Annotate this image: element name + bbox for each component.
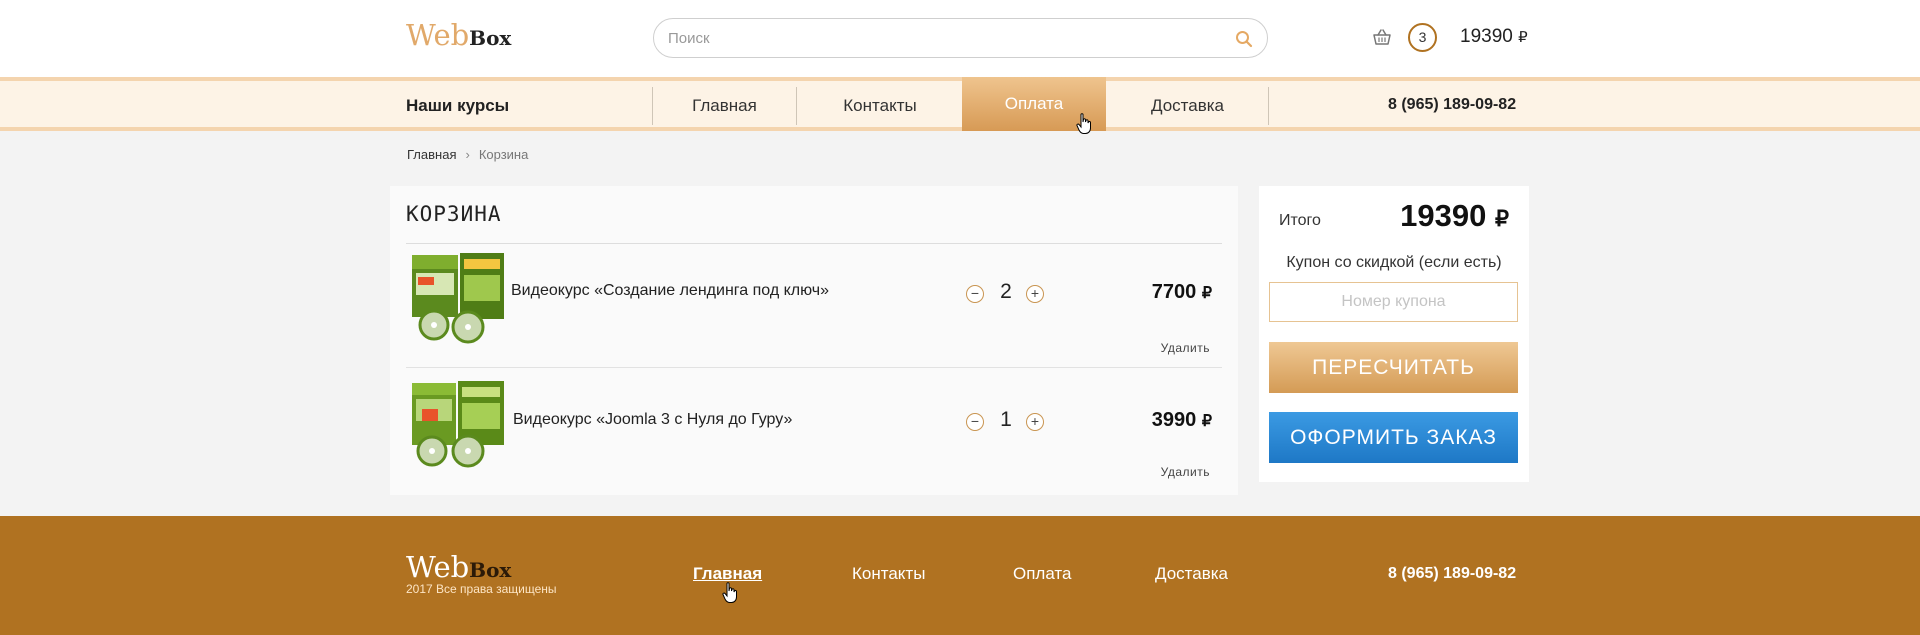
cart-panel: КОРЗИНА Видеокурс «Создание лендинга под…: [390, 186, 1238, 495]
breadcrumb-separator: ›: [465, 147, 470, 162]
nav-phone[interactable]: 8 (965) 189-09-82: [1388, 96, 1516, 114]
cart-item: Видеокурс «Joomla 3 с Нуля до Гуру» − 1 …: [406, 369, 1222, 493]
cart-total-value: 19390: [1460, 26, 1513, 47]
cart-count-badge[interactable]: 3: [1408, 23, 1437, 52]
site-footer: WebBox 2017 Все права защищены Главная К…: [0, 516, 1920, 635]
product-image[interactable]: [410, 379, 508, 475]
product-name[interactable]: Видеокурс «Создание лендинга под ключ»: [511, 282, 829, 300]
qty-plus-button[interactable]: +: [1026, 285, 1044, 303]
search-input[interactable]: [668, 28, 1208, 48]
total-amount: 19390 ₽: [1400, 198, 1509, 234]
logo-box-text: Box: [469, 26, 512, 50]
coupon-input[interactable]: [1269, 282, 1518, 322]
logo-web-text: Web: [406, 18, 470, 52]
main-nav: Наши курсы Главная Контакты Оплата Доста…: [0, 77, 1920, 131]
footer-nav-home[interactable]: Главная: [693, 564, 762, 584]
search-box: [653, 18, 1268, 58]
quantity-stepper: − 1 +: [966, 408, 1046, 436]
breadcrumb-current: Корзина: [478, 147, 529, 162]
nav-item-home[interactable]: Главная: [653, 87, 796, 125]
nav-divider: [1268, 87, 1269, 125]
search-icon[interactable]: [1235, 30, 1253, 48]
logo-box-text: Box: [469, 558, 512, 582]
basket-icon[interactable]: [1372, 27, 1392, 47]
qty-value: 2: [1000, 280, 1012, 303]
order-summary: Итого 19390 ₽ Купон со скидкой (если ест…: [1259, 186, 1529, 482]
item-price-value: 7700: [1151, 281, 1197, 303]
item-price: 3990 ₽: [1152, 409, 1212, 432]
qty-minus-button[interactable]: −: [966, 285, 984, 303]
currency-symbol: ₽: [1495, 206, 1509, 231]
hand-cursor-icon: [722, 582, 737, 603]
total-amount-value: 19390: [1400, 198, 1487, 233]
qty-value: 1: [1000, 408, 1012, 431]
remove-item-link[interactable]: Удалить: [1161, 465, 1210, 479]
recalculate-button[interactable]: ПЕРЕСЧИТАТЬ: [1269, 342, 1518, 393]
qty-minus-button[interactable]: −: [966, 413, 984, 431]
footer-nav-delivery[interactable]: Доставка: [1155, 564, 1228, 584]
currency-symbol: ₽: [1201, 285, 1212, 302]
footer-logo[interactable]: WebBox: [406, 550, 511, 584]
currency-symbol: ₽: [1518, 29, 1528, 46]
place-order-button[interactable]: ОФОРМИТЬ ЗАКАЗ: [1269, 412, 1518, 463]
breadcrumb-home[interactable]: Главная: [407, 147, 456, 162]
product-image[interactable]: [410, 253, 508, 349]
nav-item-delivery[interactable]: Доставка: [1107, 87, 1268, 125]
remove-item-link[interactable]: Удалить: [1161, 341, 1210, 355]
currency-symbol: ₽: [1201, 413, 1212, 430]
coupon-label: Купон со скидкой (если есть): [1286, 254, 1502, 271]
nav-item-contacts[interactable]: Контакты: [797, 87, 963, 125]
footer-nav-payment[interactable]: Оплата: [1013, 564, 1071, 584]
cart-item: Видеокурс «Создание лендинга под ключ» −…: [406, 244, 1222, 368]
nav-courses[interactable]: Наши курсы: [406, 96, 509, 116]
cart-total[interactable]: 19390 ₽: [1460, 26, 1528, 48]
copyright-text: 2017 Все права защищены: [406, 582, 557, 596]
product-name[interactable]: Видеокурс «Joomla 3 с Нуля до Гуру»: [513, 411, 792, 429]
footer-phone[interactable]: 8 (965) 189-09-82: [1388, 565, 1516, 583]
item-price: 7700 ₽: [1152, 281, 1212, 304]
hand-cursor-icon: [1076, 113, 1091, 134]
breadcrumb: Главная › Корзина: [407, 147, 528, 162]
cart-title: КОРЗИНА: [406, 202, 502, 226]
site-logo[interactable]: WebBox: [406, 18, 511, 52]
footer-nav-contacts[interactable]: Контакты: [852, 564, 925, 584]
qty-plus-button[interactable]: +: [1026, 413, 1044, 431]
site-header: WebBox 3 19390 ₽: [0, 0, 1920, 77]
logo-web-text: Web: [406, 550, 470, 584]
quantity-stepper: − 2 +: [966, 280, 1046, 308]
total-label: Итого: [1279, 212, 1321, 229]
item-price-value: 3990: [1151, 409, 1197, 431]
